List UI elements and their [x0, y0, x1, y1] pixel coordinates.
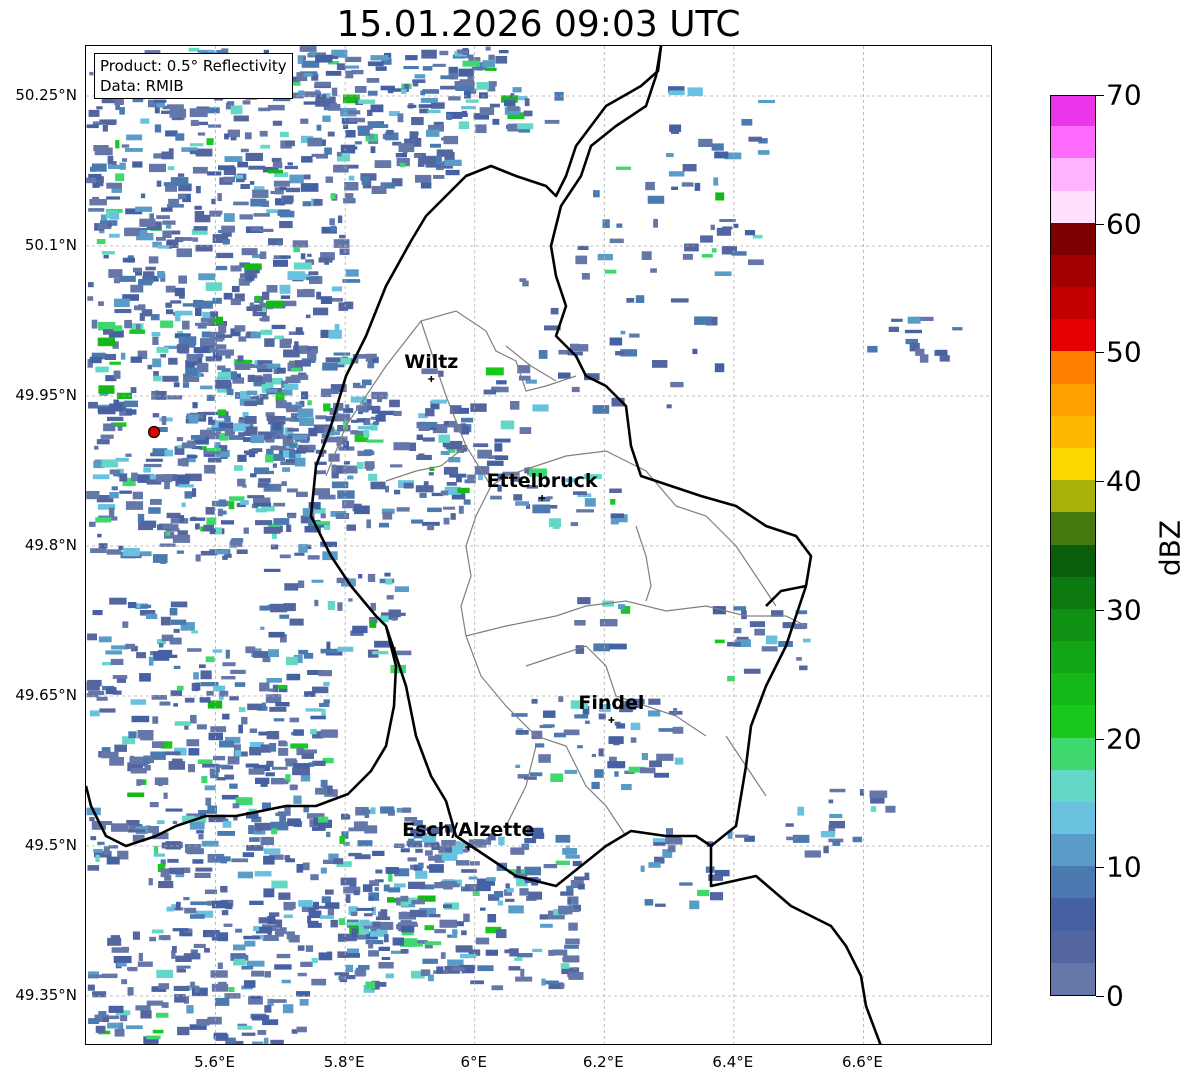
map-title: 15.01.2026 09:03 UTC: [336, 4, 741, 45]
colorbar-segment: [1051, 318, 1095, 352]
colorbar-tick-label: 20: [1106, 722, 1142, 756]
colorbar-segment: [1051, 447, 1095, 481]
colorbar-segment: [1051, 286, 1095, 320]
info-box: Product: 0.5° Reflectivity Data: RMIB: [94, 53, 293, 99]
colorbar-tick: [1096, 996, 1104, 997]
colorbar-segment: [1051, 415, 1095, 448]
colorbar-tick-label: 50: [1106, 335, 1142, 369]
latitude-tick-label: 49.65°N: [15, 686, 77, 704]
longitude-tick-label: 6°E: [460, 1053, 487, 1071]
longitude-tick-label: 6.4°E: [712, 1053, 754, 1071]
colorbar-segment: [1051, 608, 1095, 642]
radar-map[interactable]: Product: 0.5° Reflectivity Data: RMIB Wi…: [85, 45, 992, 1045]
longitude-tick-label: 5.6°E: [194, 1053, 235, 1071]
product-label: Product: 0.5° Reflectivity: [100, 57, 287, 75]
city-label: Wiltz: [404, 351, 459, 373]
colorbar-tick: [1096, 95, 1104, 96]
colorbar-tick-label: 60: [1106, 207, 1142, 241]
city-marker: [608, 717, 615, 723]
colorbar-segment: [1051, 96, 1095, 127]
latitude-tick-label: 49.95°N: [15, 386, 77, 404]
colorbar-segment: [1051, 640, 1095, 674]
colorbar-segment: [1051, 511, 1095, 545]
colorbar-unit: dBZ: [1153, 519, 1184, 577]
colorbar-segment: [1051, 383, 1095, 416]
longitude-tick-label: 6.2°E: [582, 1053, 624, 1071]
colorbar-segment: [1051, 157, 1095, 191]
colorbar-tick-label: 40: [1106, 464, 1142, 498]
colorbar-tick: [1096, 223, 1104, 225]
colorbar-segment: [1051, 704, 1095, 738]
colorbar-tick: [1096, 609, 1104, 611]
colorbar-tick-label: 30: [1106, 593, 1142, 627]
city-marker: [428, 376, 435, 382]
colorbar-segment: [1051, 865, 1095, 899]
colorbar-segment: [1051, 479, 1095, 513]
colorbar-segment: [1051, 769, 1095, 802]
colorbar: [1050, 95, 1096, 996]
colorbar-segment: [1051, 962, 1095, 995]
latitude-tick-label: 49.5°N: [24, 836, 77, 854]
radar-echoes: [86, 46, 963, 1044]
colorbar-segment: [1051, 543, 1095, 577]
colorbar-segment: [1051, 189, 1095, 223]
colorbar-segment: [1051, 125, 1095, 159]
latitude-tick-label: 50.25°N: [15, 86, 77, 104]
colorbar-tick-label: 10: [1106, 850, 1142, 884]
colorbar-segment: [1051, 930, 1095, 963]
colorbar-segment: [1051, 897, 1095, 931]
colorbar-tick: [1096, 481, 1104, 483]
longitude-tick-label: 6.6°E: [842, 1053, 883, 1071]
national-borders: [86, 46, 882, 1044]
colorbar-segment: [1051, 576, 1095, 609]
longitude-tick-label: 5.8°E: [323, 1053, 365, 1071]
colorbar-segment: [1051, 672, 1095, 706]
colorbar-tick-label: 70: [1106, 78, 1142, 112]
radar-site-marker[interactable]: [147, 425, 161, 439]
city-label: Ettelbruck: [486, 470, 598, 492]
colorbar-segment: [1051, 222, 1095, 255]
radar-map-canvas: [86, 46, 991, 1044]
colorbar-segment: [1051, 350, 1095, 384]
colorbar-segment: [1051, 254, 1095, 288]
city-label: Findel: [578, 692, 645, 714]
colorbar-tick-label: 0: [1106, 979, 1124, 1013]
colorbar-tick: [1096, 867, 1104, 869]
data-source-label: Data: RMIB: [100, 77, 184, 95]
latitude-tick-label: 49.35°N: [15, 986, 77, 1004]
colorbar-segment: [1051, 833, 1095, 867]
colorbar-segment: [1051, 801, 1095, 835]
colorbar-tick: [1096, 738, 1104, 740]
colorbar-tick: [1096, 352, 1104, 354]
latitude-tick-label: 50.1°N: [24, 236, 77, 254]
city-label: Esch/Alzette: [402, 819, 535, 841]
colorbar-segment: [1051, 736, 1095, 770]
latitude-tick-label: 49.8°N: [24, 536, 77, 554]
